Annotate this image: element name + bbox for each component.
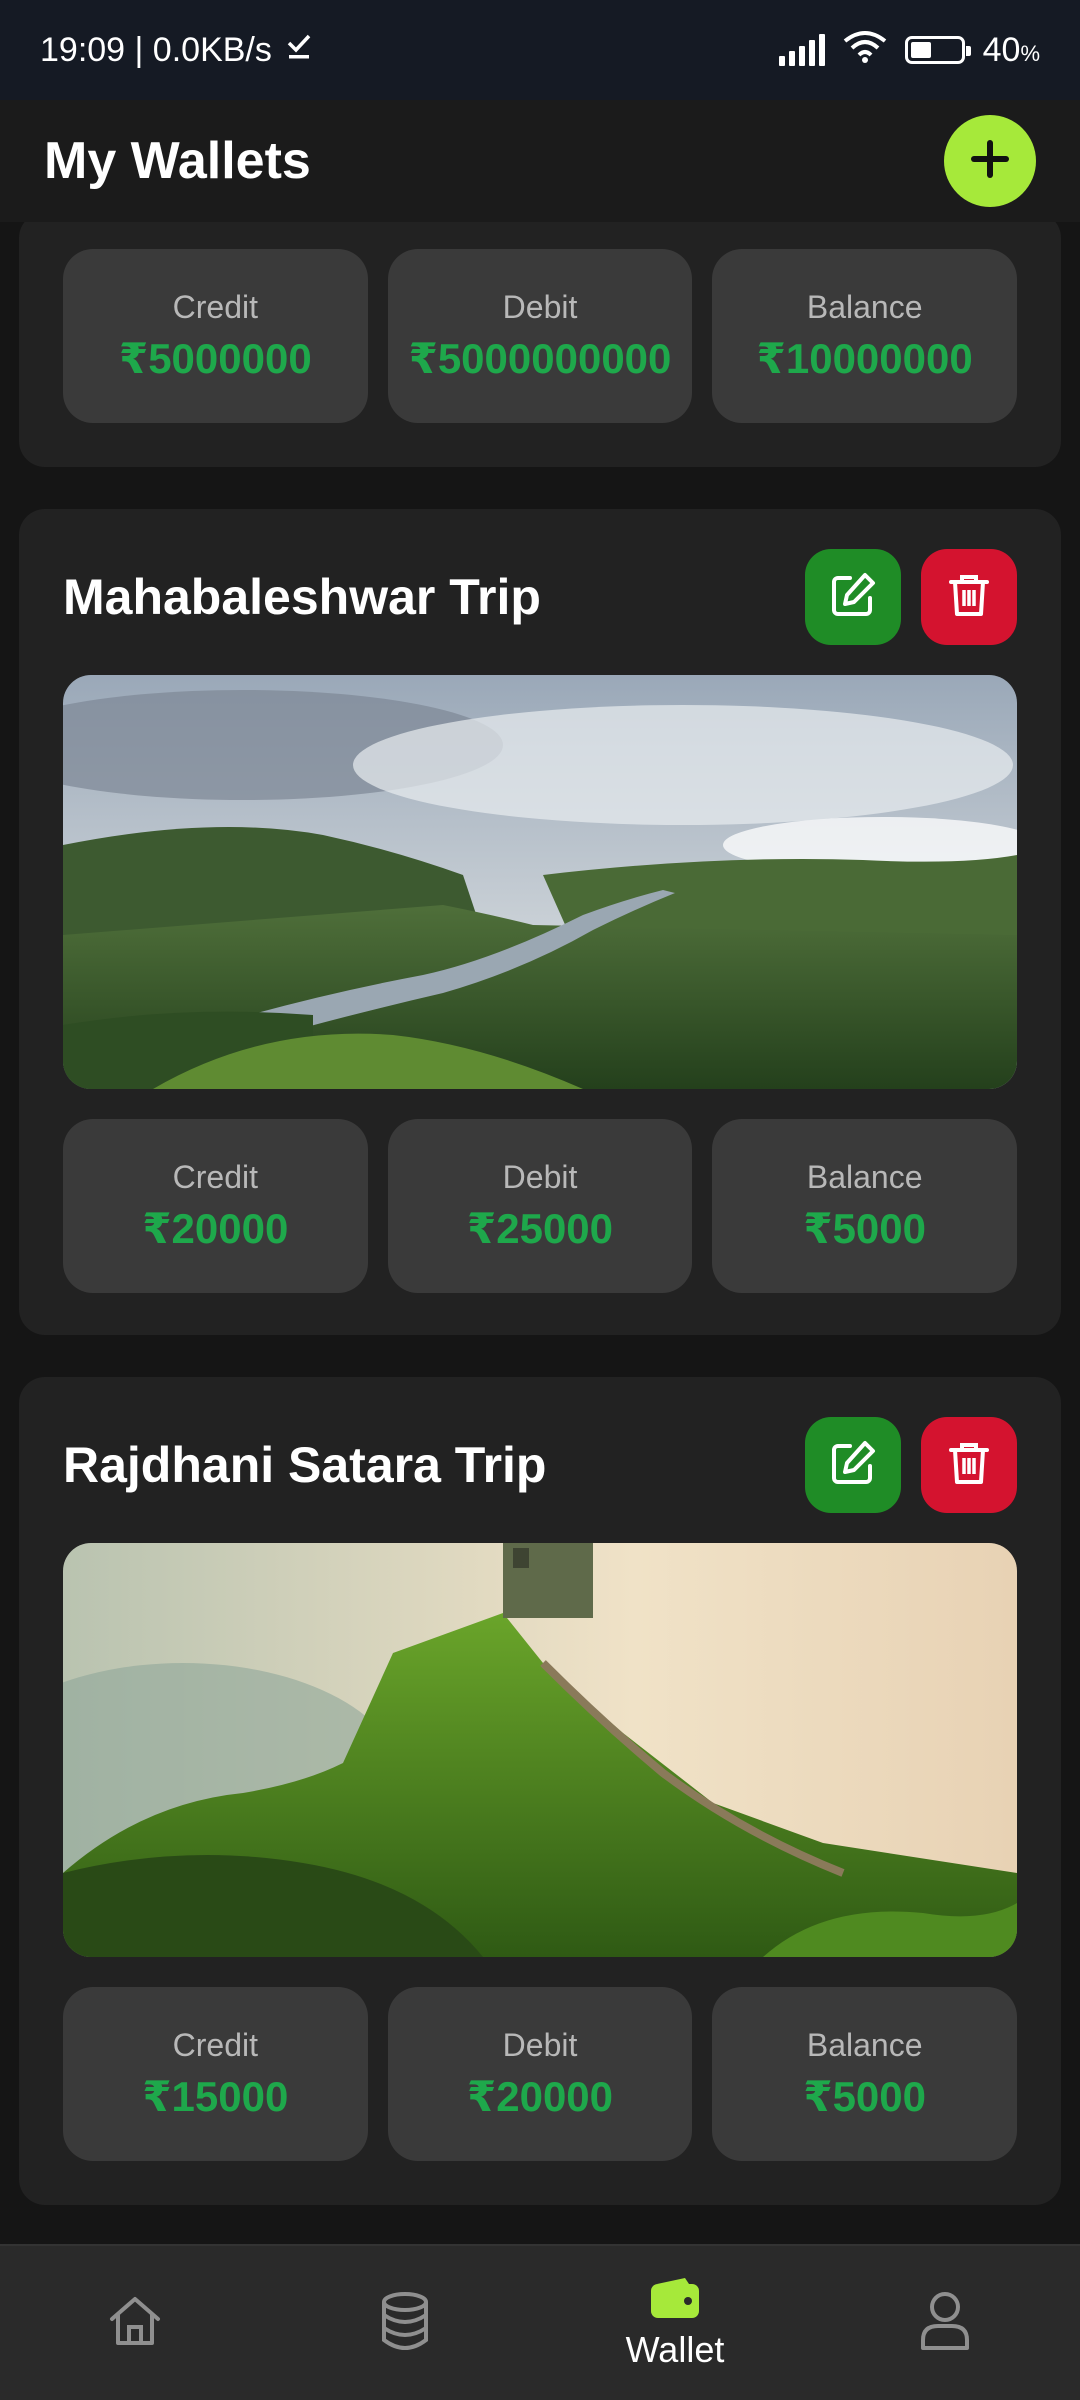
nav-home[interactable] [35, 2292, 235, 2355]
battery-icon [904, 36, 971, 64]
wallet-card: Rajdhani Satara Trip Credit ₹15000 Debit… [19, 1377, 1061, 2205]
wallet-image [63, 675, 1017, 1089]
wallet-image [63, 1543, 1017, 1957]
wallet-stats: Credit ₹15000 Debit ₹20000 Balance ₹5000 [63, 1987, 1018, 2161]
wallet-title: Mahabaleshwar Trip [63, 569, 541, 625]
credit-stat: Credit ₹5000000 [63, 249, 368, 423]
balance-stat: Balance ₹5000 [712, 1119, 1018, 1293]
wallet-stats: Credit ₹5000000 Debit ₹5000000000 Balanc… [63, 249, 1018, 423]
plus-icon [967, 136, 1013, 187]
add-wallet-button[interactable] [944, 115, 1036, 207]
balance-stat: Balance ₹10000000 [712, 249, 1018, 423]
nav-wallet[interactable]: Wallet [575, 2276, 775, 2371]
status-bar: 19:09 | 0.0KB/s 40% [0, 0, 1080, 100]
signal-icon [778, 34, 825, 66]
wifi-icon [843, 29, 887, 72]
battery-percent: 40 [982, 30, 1021, 69]
delete-button[interactable] [921, 1417, 1017, 1513]
home-icon [106, 2292, 164, 2355]
bottom-nav: Wallet [0, 2244, 1080, 2400]
wallet-title: Rajdhani Satara Trip [63, 1437, 547, 1493]
wallet-card: Mahabaleshwar Trip Credit ₹20000 Debit ₹… [19, 509, 1061, 1335]
download-done-icon [284, 31, 314, 70]
trash-icon [944, 570, 994, 625]
app-header: My Wallets [0, 100, 1080, 222]
trash-icon [944, 1438, 994, 1493]
edit-icon [828, 570, 878, 625]
debit-stat: Debit ₹25000 [387, 1119, 693, 1293]
page-title: My Wallets [44, 132, 311, 190]
credit-stat: Credit ₹15000 [63, 1987, 368, 2161]
status-time: 19:09 | 0.0KB/s [40, 30, 272, 69]
balance-stat: Balance ₹5000 [712, 1987, 1018, 2161]
nav-database[interactable] [305, 2290, 505, 2357]
wallet-list[interactable]: Credit ₹5000000 Debit ₹5000000000 Balanc… [0, 222, 1080, 2244]
database-icon [376, 2290, 434, 2357]
battery-percent-unit: % [1020, 40, 1040, 66]
edit-icon [828, 1438, 878, 1493]
debit-stat: Debit ₹5000000000 [387, 249, 693, 423]
wallet-card: Credit ₹5000000 Debit ₹5000000000 Balanc… [19, 222, 1061, 467]
wallet-icon [649, 2276, 701, 2325]
delete-button[interactable] [921, 549, 1017, 645]
edit-button[interactable] [805, 549, 901, 645]
credit-stat: Credit ₹20000 [63, 1119, 368, 1293]
nav-wallet-label: Wallet [625, 2328, 725, 2370]
edit-button[interactable] [805, 1417, 901, 1513]
debit-stat: Debit ₹20000 [387, 1987, 693, 2161]
wallet-stats: Credit ₹20000 Debit ₹25000 Balance ₹5000 [63, 1119, 1018, 1293]
nav-profile[interactable] [845, 2290, 1045, 2357]
profile-icon [918, 2290, 972, 2357]
